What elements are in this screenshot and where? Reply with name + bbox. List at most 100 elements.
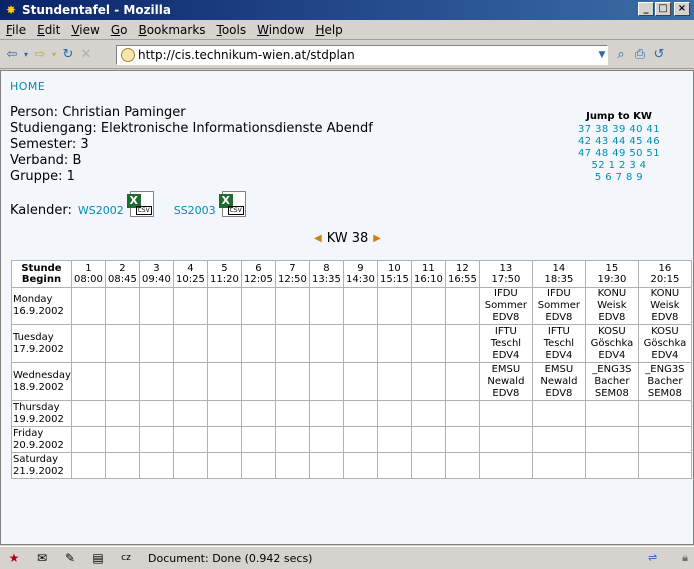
back-dropdown-icon[interactable]: ▾ [22, 46, 30, 64]
minimize-button[interactable]: _ [638, 2, 654, 16]
day-name: Monday [13, 294, 53, 305]
toolbar-right-buttons: ▼ ⌕ ⎙ ↺ [594, 46, 667, 64]
timetable-cell [531, 452, 586, 479]
day-row-thursday: Thursday 19.9.2002 [11, 400, 692, 427]
hour-number: 6 [255, 263, 262, 274]
back-icon[interactable]: ⇦ [4, 46, 20, 64]
jump-title: Jump to KW [586, 111, 652, 122]
compose-icon[interactable]: ✎ [62, 550, 78, 566]
timetable-cell [104, 362, 140, 401]
timetable-cell: KOSU Göschka EDV4 [637, 324, 692, 363]
timetable-cell [172, 452, 208, 479]
lesson-code: KONU [650, 288, 680, 299]
print-icon[interactable]: ⎙ [632, 46, 648, 64]
day-label: Tuesday 17.9.2002 [11, 324, 72, 363]
room: SEM08 [594, 387, 629, 399]
timetable-cell [104, 452, 140, 479]
day-label: Monday 16.9.2002 [11, 287, 72, 325]
online-icon[interactable]: ⇌ [648, 552, 668, 564]
forward-dropdown-icon[interactable]: ▾ [50, 46, 58, 64]
stop-icon[interactable]: ✕ [78, 46, 94, 64]
timetable-cell [274, 452, 310, 479]
menu-edit[interactable]: Edit [37, 23, 60, 37]
timetable-cell [240, 324, 276, 363]
day-date: 17.9.2002 [13, 343, 64, 355]
ws2002-csv-icon[interactable]: X CSV [126, 191, 154, 217]
menu-window[interactable]: Window [257, 23, 304, 37]
lecturer: Weisk [650, 300, 680, 311]
timetable-cell [138, 324, 174, 363]
url-dropdown-icon[interactable]: ▼ [594, 46, 610, 64]
lesson-code: KONU [597, 288, 627, 299]
hour-time: 20:15 [650, 274, 680, 285]
timetable-cell [308, 362, 344, 401]
close-button[interactable]: × [674, 2, 690, 16]
jump-to-kw: Jump to KW 37 38 39 40 41 42 43 44 45 46… [573, 111, 665, 184]
timetable-cell [342, 362, 378, 401]
jump-kw-links-1[interactable]: 37 38 39 40 41 [573, 124, 665, 136]
page-content: HOME Person: Christian Paminger Studieng… [0, 70, 694, 545]
prev-week-icon[interactable]: ◀ [314, 233, 322, 244]
lesson-code: IFTU [547, 325, 570, 337]
ss2003-csv-icon[interactable]: X CSV [218, 191, 246, 217]
hour-header-6: 6 12:05 [240, 260, 276, 288]
url-text[interactable]: http://cis.technikum-wien.at/stdplan [138, 48, 355, 62]
reload-icon[interactable]: ↻ [60, 46, 76, 64]
jump-kw-links-2[interactable]: 42 43 44 45 46 [573, 136, 665, 148]
irc-icon[interactable]: cz [118, 550, 134, 566]
day-label: Saturday 21.9.2002 [11, 452, 72, 479]
mail-icon[interactable]: ✉ [34, 550, 50, 566]
home-link[interactable]: HOME [10, 80, 45, 93]
hour-time: 10:25 [175, 274, 205, 285]
status-text: Document: Done (0.942 secs) [148, 551, 313, 565]
lesson-code: IFDU [547, 288, 571, 299]
forward-icon[interactable]: ⇨ [32, 46, 48, 64]
timetable-cell [637, 426, 692, 453]
timetable-cell: _ENG3S Bacher SEM08 [584, 362, 639, 401]
jump-kw-links-4[interactable]: 52 1 2 3 4 [573, 160, 665, 172]
menu-view[interactable]: View [71, 23, 99, 37]
timetable-cell: IFDU Sommer EDV8 [531, 287, 586, 325]
ss2003-link[interactable]: SS2003 [174, 204, 216, 217]
timetable-cell [410, 426, 446, 453]
navigation-toolbar: ⇦ ▾ ⇨ ▾ ↻ ✕ http://cis.technikum-wien.at… [0, 41, 694, 69]
corner-header: Stunde Beginn [11, 260, 72, 288]
hour-header-4: 4 10:25 [172, 260, 208, 288]
hour-time: 16:10 [413, 274, 443, 285]
next-week-icon[interactable]: ▶ [373, 233, 381, 244]
jump-kw-links-3[interactable]: 47 48 49 50 51 [573, 148, 665, 160]
timetable-header-row: Stunde Beginn 1 08:00 2 08:45 3 09:40 4 10:25 5 1… [11, 260, 692, 288]
url-bar[interactable]: http://cis.technikum-wien.at/stdplan [116, 45, 608, 65]
timetable-cell [70, 452, 106, 479]
menu-tools[interactable]: Tools [217, 23, 247, 37]
hour-number: 8 [323, 263, 330, 274]
menu-go[interactable]: Go [111, 23, 128, 37]
jump-kw-links-5[interactable]: 5 6 7 8 9 [573, 172, 665, 184]
hour-time: 12:05 [243, 274, 273, 285]
lecturer: Göschka [643, 337, 687, 349]
room: EDV4 [651, 349, 679, 361]
menu-file[interactable]: File [6, 23, 26, 37]
lecturer: Sommer [484, 300, 528, 311]
gruppe-label: Gruppe: 1 [10, 169, 75, 184]
menu-bookmarks[interactable]: Bookmarks [138, 23, 205, 37]
page-icon [121, 48, 135, 62]
hour-time: 09:40 [141, 274, 171, 285]
lesson-code: _ENG3S [645, 363, 685, 375]
timetable-cell [376, 452, 412, 479]
star-icon[interactable]: ★ [6, 550, 22, 566]
hour-time: 11:20 [209, 274, 239, 285]
timetable-cell [274, 324, 310, 363]
lecturer: Newald [487, 375, 525, 387]
ws2002-link[interactable]: WS2002 [78, 204, 124, 217]
day-date: 19.9.2002 [13, 413, 64, 425]
lecturer: Teschl [490, 337, 522, 349]
throbber-icon[interactable]: ↺ [651, 46, 667, 64]
address-book-icon[interactable]: ▤ [90, 550, 106, 566]
search-icon[interactable]: ⌕ [613, 46, 629, 64]
menu-help[interactable]: Help [315, 23, 342, 37]
hour-number: 2 [119, 263, 126, 274]
hour-time: 08:00 [73, 274, 103, 285]
maximize-button[interactable]: □ [655, 2, 671, 16]
room: EDV8 [545, 312, 573, 323]
